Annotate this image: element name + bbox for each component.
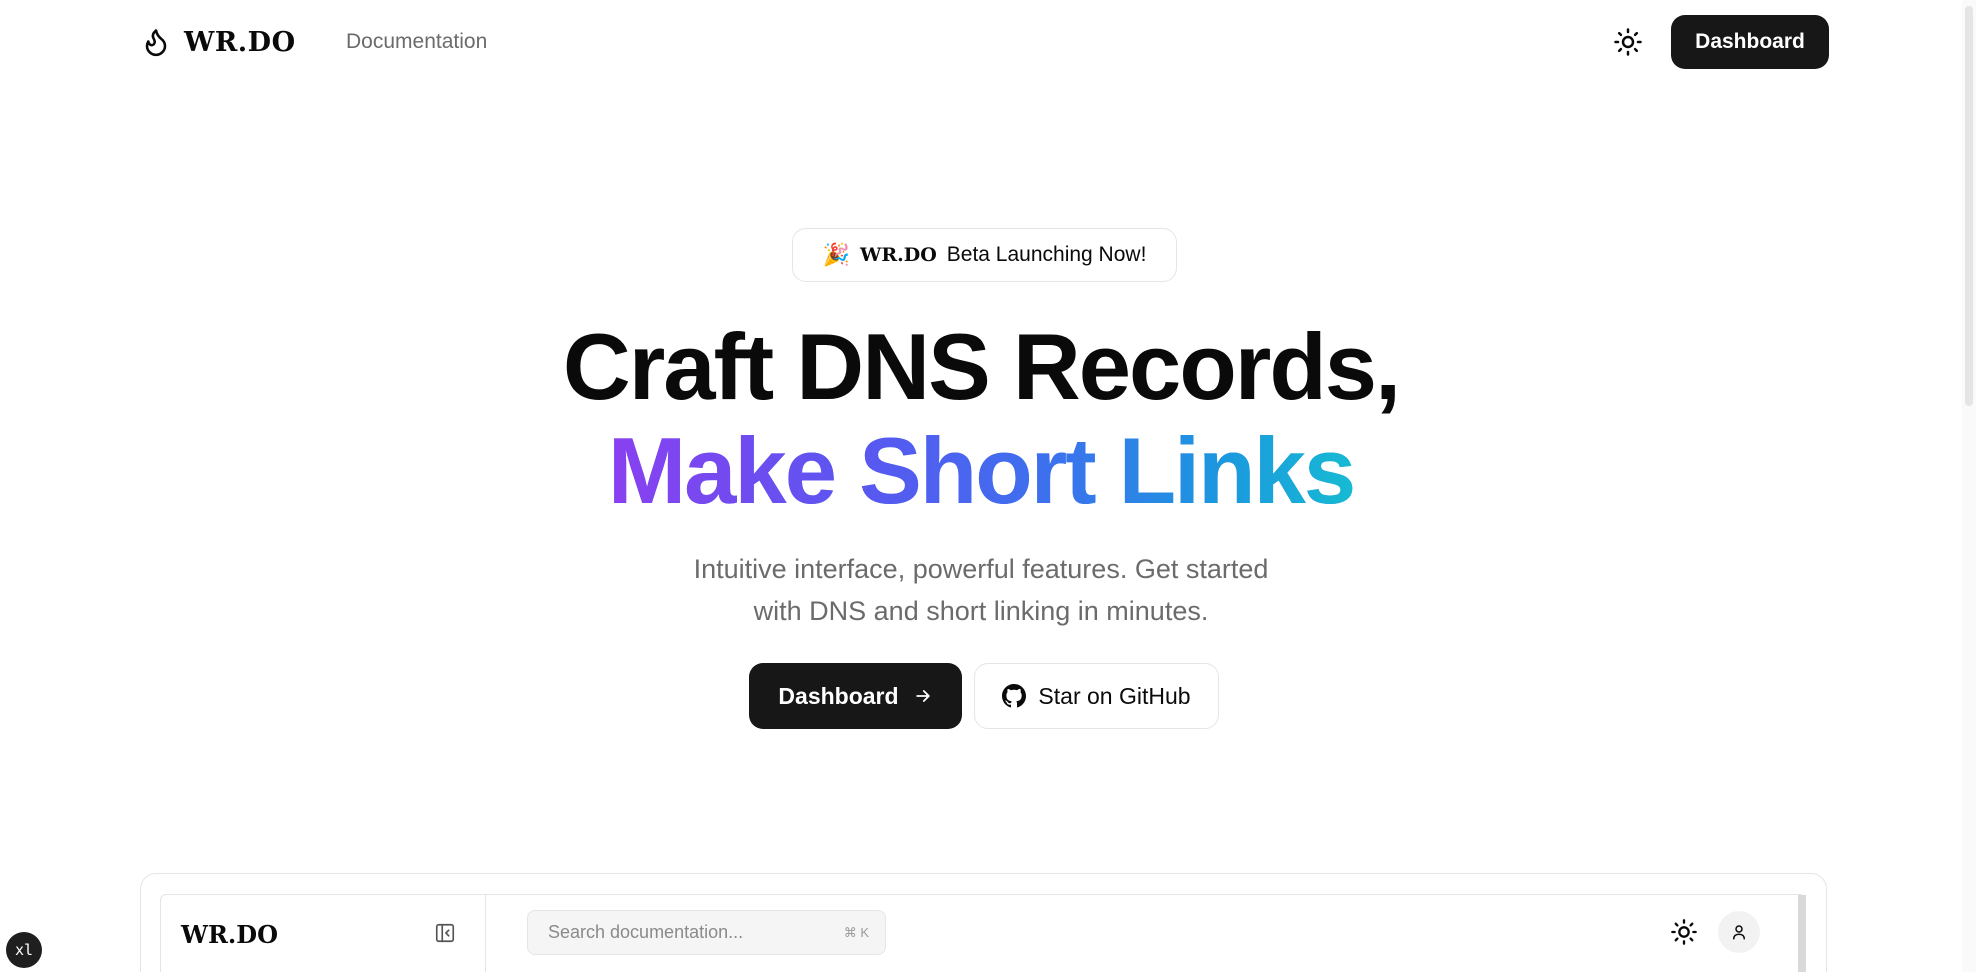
brand-logo[interactable]: WR.DO: [140, 24, 296, 60]
preview-brand: WR.DO: [181, 920, 278, 949]
preview-search-placeholder: Search documentation...: [548, 922, 744, 942]
site-header: WR.DO Documentation Dashboard: [0, 0, 1976, 84]
hero-subtitle-line2: with DNS and short linking in minutes.: [753, 596, 1209, 626]
sun-icon: [1614, 28, 1642, 56]
hero-title-gradient-text: Make Short Links: [604, 424, 1358, 518]
preview-scrollbar[interactable]: [1798, 895, 1806, 972]
preview-sidebar-divider: [485, 895, 486, 972]
flame-icon: [145, 29, 167, 57]
user-icon: [1733, 925, 1745, 940]
announcement-badge[interactable]: 🎉 WR.DO Beta Launching Now!: [792, 228, 1177, 282]
arrow-right-icon: [915, 690, 930, 702]
page-scrollbar-thumb[interactable]: [1965, 6, 1973, 406]
badge-brand: WR.DO: [859, 244, 937, 266]
sun-icon[interactable]: [1670, 918, 1698, 946]
breakpoint-indicator: xl: [6, 932, 42, 968]
preview-search-shortcut: ⌘ K: [843, 924, 869, 940]
star-github-button[interactable]: Star on GitHub: [974, 663, 1219, 729]
brand-name: WR.DO: [184, 26, 296, 58]
star-github-label: Star on GitHub: [1038, 682, 1191, 709]
party-popper-icon: 🎉: [822, 242, 850, 267]
hero-dashboard-label: Dashboard: [778, 682, 899, 709]
nav-documentation-link[interactable]: Documentation: [346, 30, 487, 54]
sidebar-collapse-icon[interactable]: [434, 922, 456, 944]
github-icon: [1002, 684, 1027, 708]
theme-toggle-button[interactable]: [1610, 24, 1646, 60]
hero-subtitle-line1: Intuitive interface, powerful features. …: [693, 554, 1269, 584]
preview-user-button[interactable]: [1718, 911, 1760, 953]
hero-dashboard-button[interactable]: Dashboard: [749, 663, 962, 729]
app-preview-window: [160, 894, 1806, 972]
page-scrollbar[interactable]: [1962, 0, 1976, 972]
hero-title-line2: Make Short Links: [0, 424, 1962, 518]
hero-title-line1: Craft DNS Records,: [562, 314, 1401, 419]
preview-search-input[interactable]: Search documentation... ⌘ K: [527, 910, 886, 955]
badge-text: Beta Launching Now!: [946, 243, 1147, 266]
header-dashboard-button[interactable]: Dashboard: [1671, 15, 1829, 69]
